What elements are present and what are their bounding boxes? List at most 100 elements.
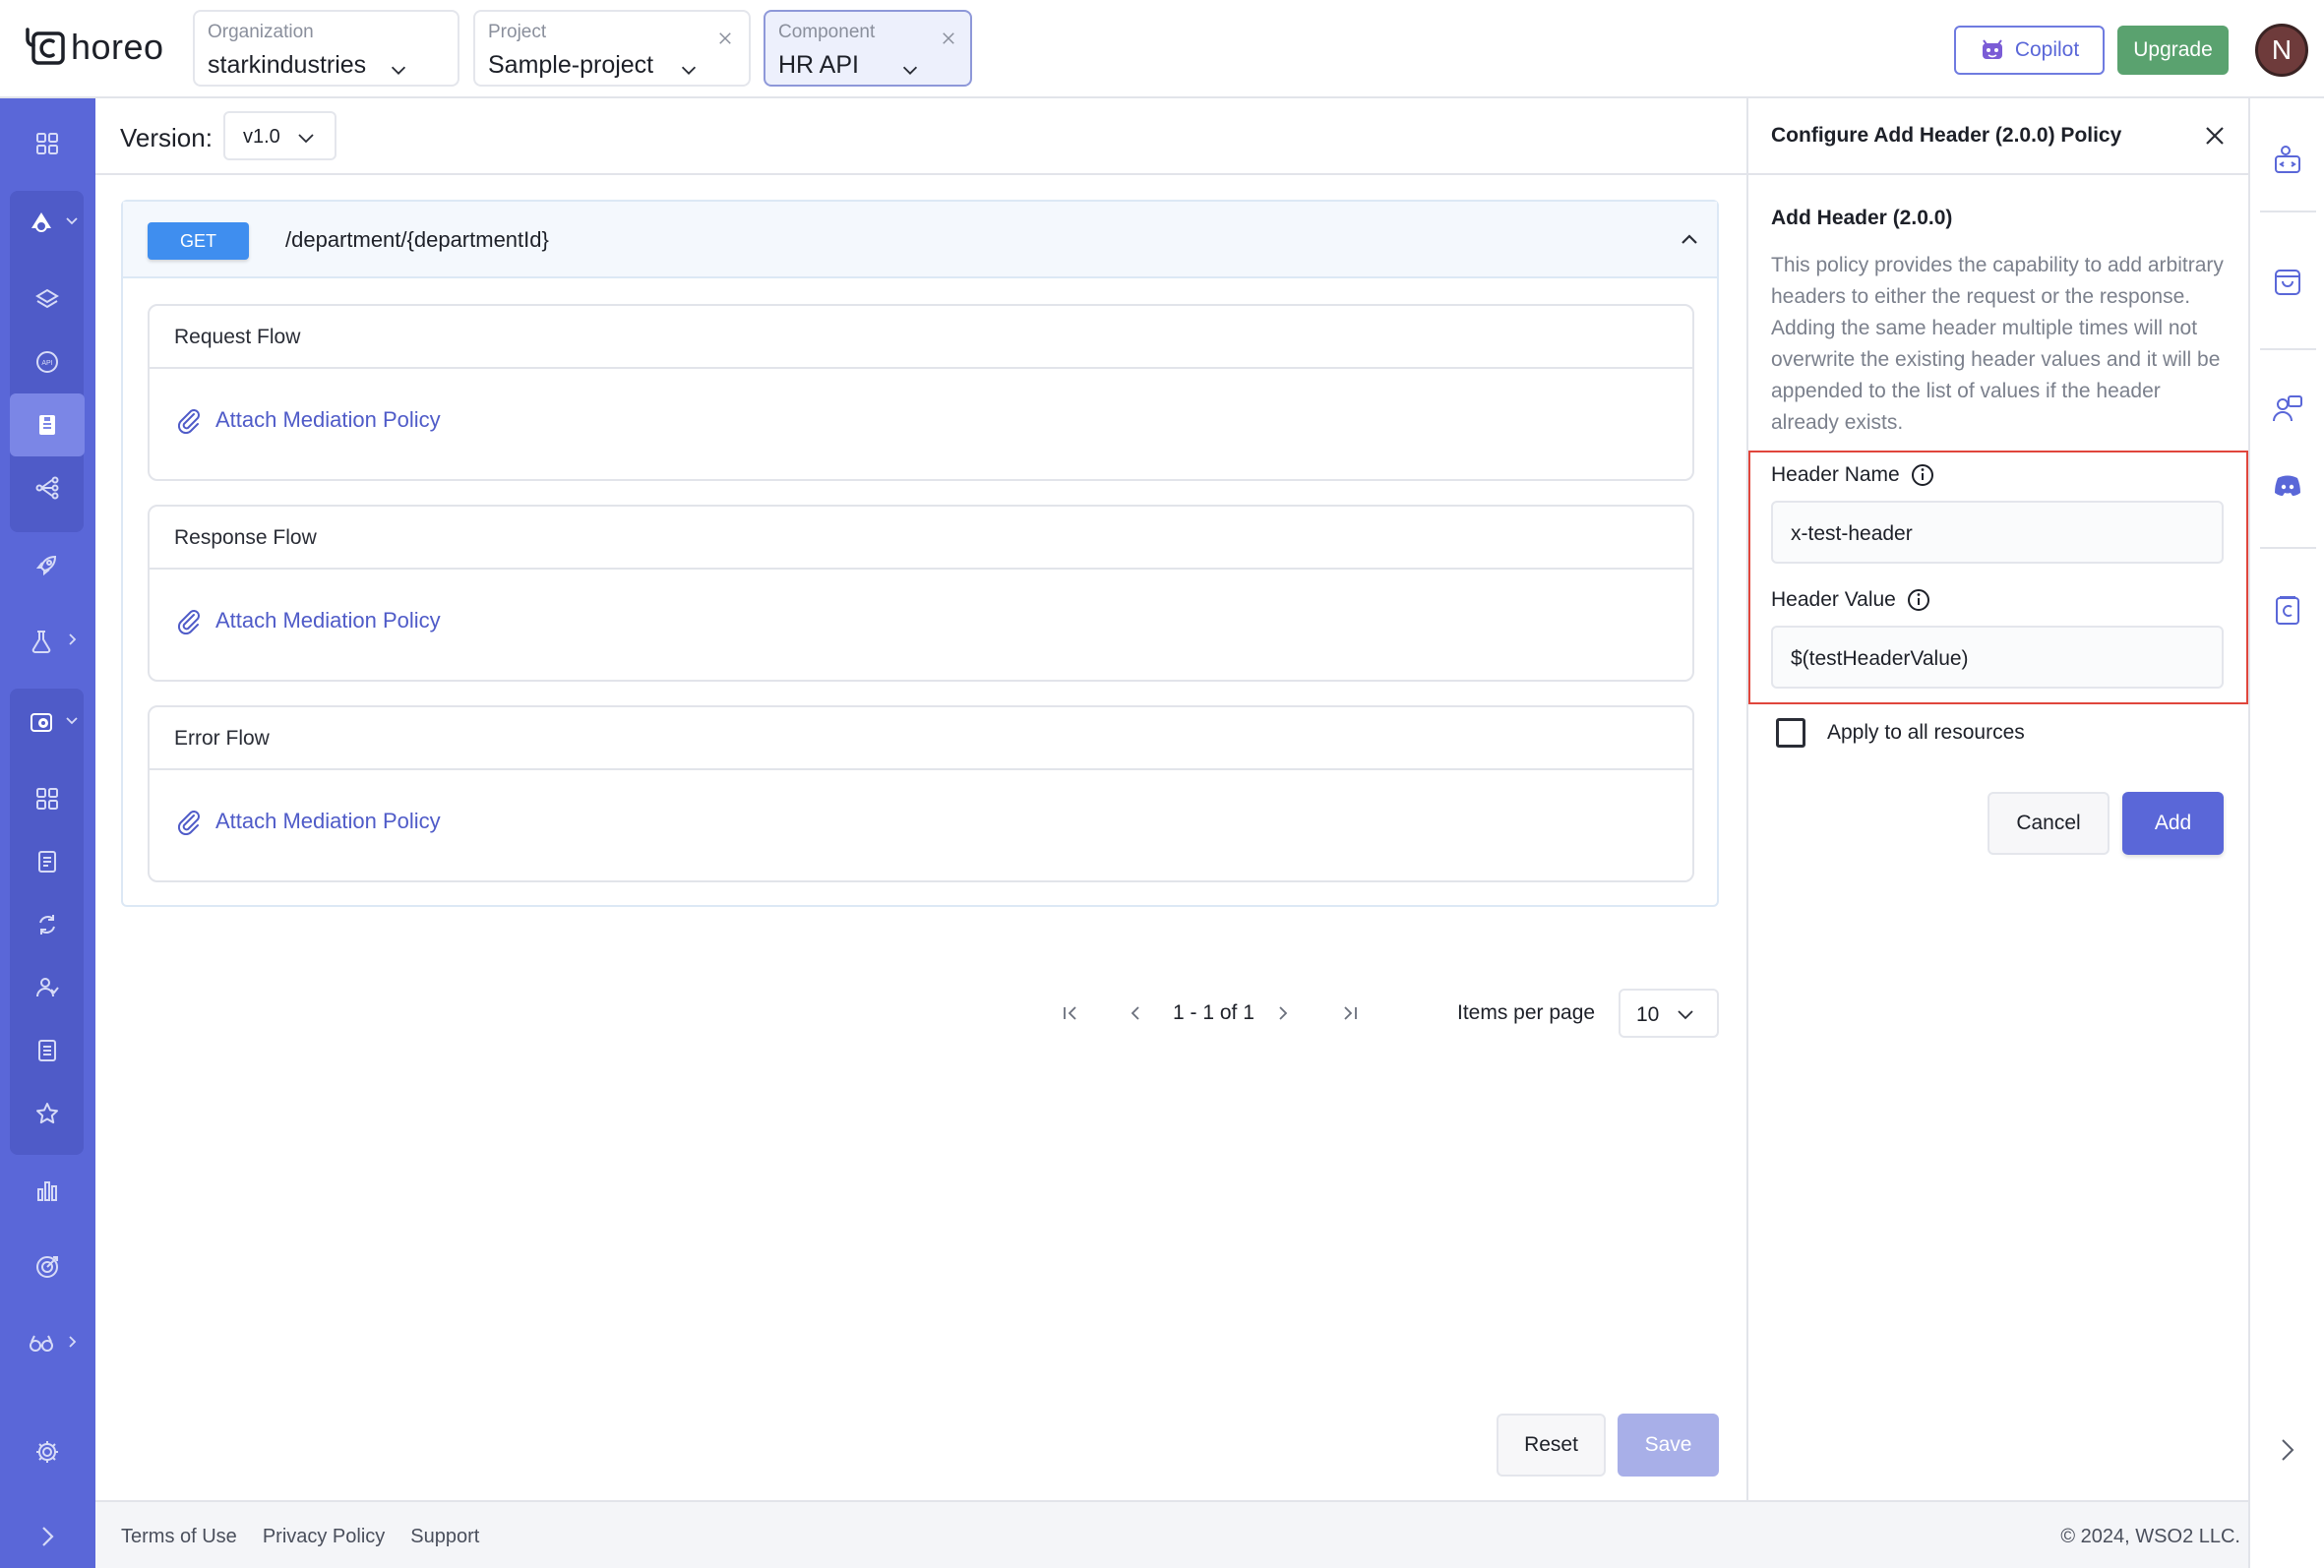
header-value-input[interactable]: $(testHeaderValue) — [1771, 626, 2224, 689]
nav-manage[interactable] — [10, 691, 85, 754]
chevron-right-icon — [69, 633, 77, 645]
attach-policy-link[interactable]: Attach Mediation Policy — [174, 808, 441, 835]
choreo-logo[interactable]: horeo — [22, 24, 164, 71]
nav-settings[interactable] — [10, 1420, 85, 1483]
close-icon[interactable] — [716, 30, 734, 47]
flow-title-text: Error Flow — [174, 727, 270, 750]
info-icon[interactable] — [1906, 587, 1931, 613]
dashboard-icon — [36, 133, 58, 154]
nav-favorites[interactable] — [10, 1082, 85, 1145]
policy-description: This policy provides the capability to a… — [1771, 254, 2224, 434]
close-icon[interactable] — [2203, 124, 2227, 148]
project-label: Project — [488, 22, 547, 42]
support-link[interactable]: Support — [410, 1526, 479, 1548]
apply-all-checkbox[interactable] — [1776, 718, 1805, 748]
gear-icon — [36, 1441, 58, 1463]
nav-devportal[interactable] — [10, 1312, 85, 1375]
support-chat-icon — [2273, 395, 2302, 422]
rail-docs[interactable] — [2268, 590, 2307, 630]
info-icon[interactable] — [1910, 462, 1935, 488]
header-name-value: x-test-header — [1791, 522, 1913, 545]
chevron-down-icon — [66, 217, 78, 225]
nav-list[interactable] — [10, 1019, 85, 1082]
next-page-icon[interactable] — [1272, 1002, 1294, 1024]
star-icon — [36, 1103, 58, 1124]
version-label: Version: — [120, 123, 213, 152]
copilot-button[interactable]: Copilot — [1954, 26, 2105, 75]
policy-config-panel: Configure Add Header (2.0.0) Policy Add … — [1746, 98, 2248, 1500]
nav-overview[interactable] — [10, 767, 85, 830]
chevron-right-icon — [2282, 1439, 2294, 1461]
docs-icon — [2276, 596, 2299, 625]
header-name-label-text: Header Name — [1771, 463, 1900, 486]
project-selector[interactable]: Project Sample-project — [473, 10, 751, 87]
first-page-icon[interactable] — [1060, 1002, 1081, 1024]
paperclip-icon — [177, 610, 200, 634]
items-per-page-label: Items per page — [1457, 1001, 1596, 1024]
resource-path: /department/{departmentId} — [285, 227, 549, 252]
last-page-icon[interactable] — [1339, 1002, 1361, 1024]
component-selector[interactable]: Component HR API — [764, 10, 972, 87]
target-icon — [36, 1256, 58, 1278]
previous-page-icon[interactable] — [1125, 1002, 1146, 1024]
footer: Terms of Use Privacy Policy Support © 20… — [95, 1500, 2248, 1568]
nav-api[interactable]: API — [10, 331, 85, 393]
avatar[interactable]: N — [2255, 24, 2308, 77]
bar-chart-icon — [37, 1181, 57, 1201]
terms-link[interactable]: Terms of Use — [121, 1526, 237, 1548]
sync-icon — [39, 915, 55, 935]
header-name-input[interactable]: x-test-header — [1771, 501, 2224, 564]
nav-dashboard[interactable] — [10, 112, 85, 175]
nav-test[interactable] — [10, 610, 85, 673]
chevron-up-icon[interactable] — [1678, 227, 1701, 251]
request-flow-card: Request Flow Attach Mediation Policy — [148, 304, 1694, 481]
header-value-label-text: Header Value — [1771, 588, 1896, 611]
project-value: Sample-project — [488, 51, 654, 79]
paperclip-icon — [177, 409, 200, 434]
copilot-label: Copilot — [2014, 38, 2080, 61]
items-per-page-select[interactable]: 10 — [1619, 989, 1719, 1038]
nav-develop[interactable] — [10, 191, 85, 254]
header-value-label: Header Value — [1771, 587, 1931, 613]
nav-layers[interactable] — [10, 268, 85, 331]
nav-workflow[interactable] — [10, 456, 85, 519]
nav-expand[interactable] — [10, 1505, 85, 1568]
top-bar: horeo Organization starkindustries Proje… — [0, 0, 2324, 98]
rail-marketplace[interactable] — [2268, 262, 2307, 301]
upgrade-button[interactable]: Upgrade — [2117, 26, 2229, 75]
attach-policy-label: Attach Mediation Policy — [215, 809, 441, 833]
deploy-icon — [31, 212, 51, 232]
discord-icon — [2275, 475, 2300, 496]
nav-insights[interactable] — [10, 1159, 85, 1222]
nav-lifecycle[interactable] — [10, 893, 85, 956]
glasses-icon — [30, 1335, 53, 1352]
nav-users[interactable] — [10, 956, 85, 1019]
rail-discord[interactable] — [2268, 466, 2307, 506]
header-name-label: Header Name — [1771, 462, 1935, 488]
resource-header[interactable]: GET /department/{departmentId} — [123, 202, 1717, 278]
error-flow-card: Error Flow Attach Mediation Policy — [148, 705, 1694, 882]
close-icon[interactable] — [940, 30, 957, 47]
attach-policy-link[interactable]: Attach Mediation Policy — [174, 406, 441, 434]
save-button[interactable]: Save — [1618, 1414, 1719, 1477]
chevron-down-icon — [902, 66, 918, 75]
nav-deploy[interactable] — [10, 533, 85, 596]
rail-support[interactable] — [2268, 390, 2307, 429]
copilot-icon — [1982, 39, 2002, 59]
cancel-button[interactable]: Cancel — [1988, 792, 2110, 855]
privacy-link[interactable]: Privacy Policy — [263, 1526, 385, 1548]
nav-manage-policies[interactable] — [10, 393, 85, 456]
rail-devant[interactable] — [2268, 140, 2307, 179]
add-button[interactable]: Add — [2122, 792, 2224, 855]
nav-logs[interactable] — [10, 830, 85, 893]
rail-collapse[interactable] — [2268, 1430, 2307, 1470]
reset-button[interactable]: Reset — [1497, 1414, 1606, 1477]
page-range: 1 - 1 of 1 — [1173, 1001, 1254, 1024]
organization-selector[interactable]: Organization starkindustries — [193, 10, 459, 87]
expand-icon — [42, 1527, 54, 1546]
nav-observability[interactable] — [10, 1236, 85, 1298]
rail-divider — [2260, 211, 2316, 212]
attach-policy-link[interactable]: Attach Mediation Policy — [174, 607, 441, 634]
attach-policy-label: Attach Mediation Policy — [215, 407, 441, 432]
version-select[interactable]: v1.0 — [223, 111, 336, 160]
